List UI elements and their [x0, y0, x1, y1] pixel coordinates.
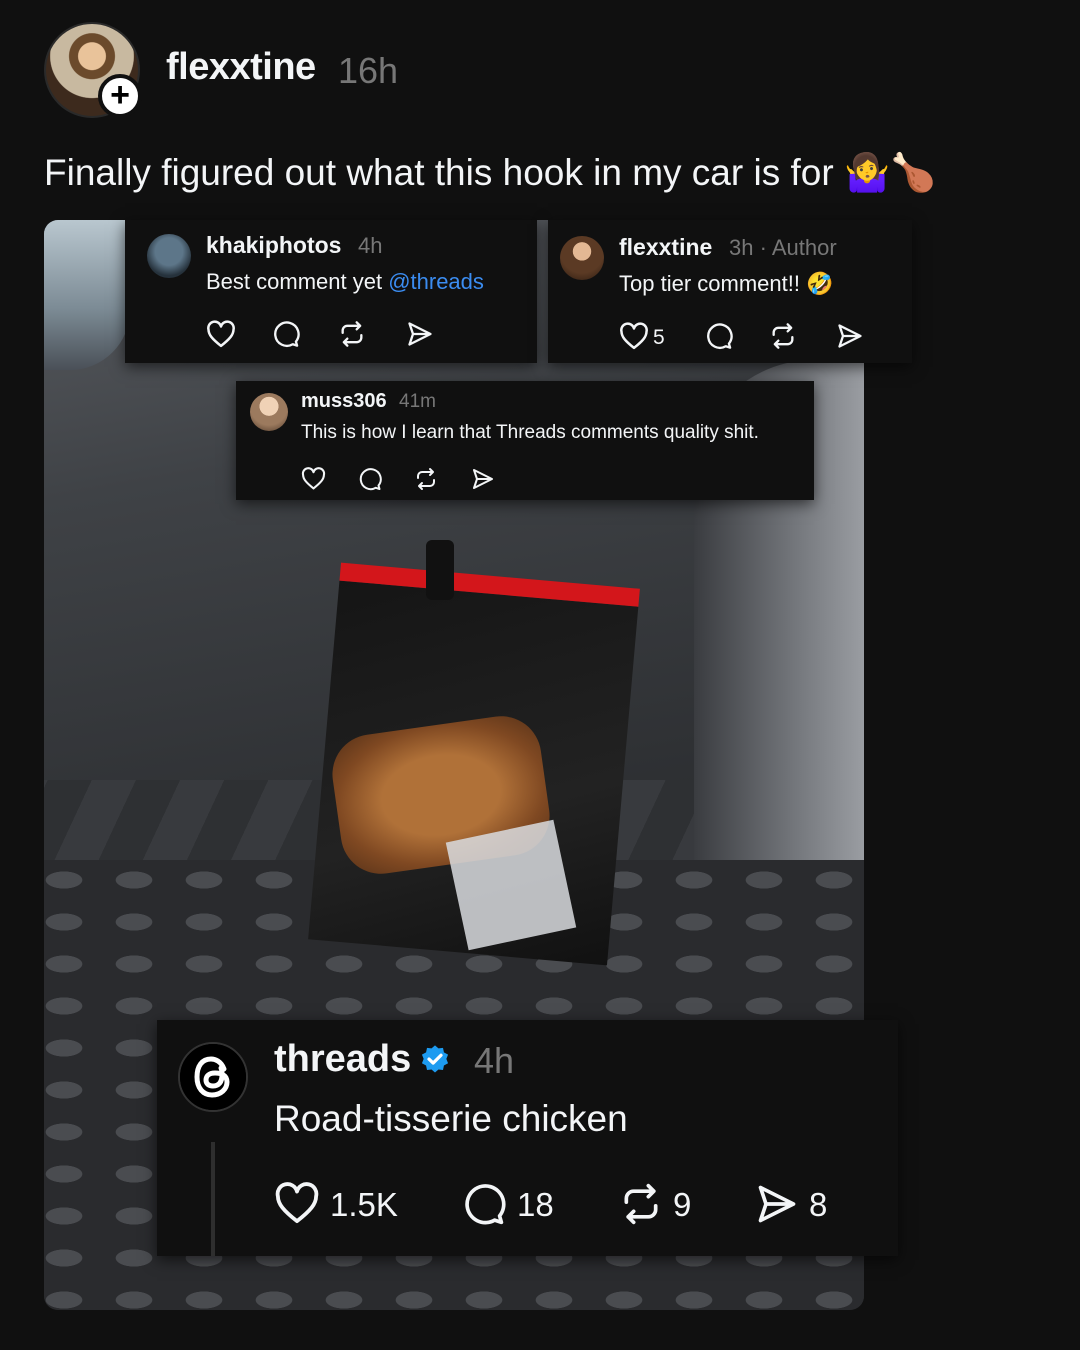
comment-card: khakiphotos 4h Best comment yet @threads: [125, 220, 537, 363]
comment-time-author: 3h · Author: [729, 235, 837, 260]
heart-icon[interactable]: [274, 1182, 320, 1224]
post-caption: Finally figured out what this hook in my…: [44, 152, 937, 193]
trunk-hook: [426, 540, 454, 600]
repost-icon[interactable]: [619, 1182, 663, 1226]
heart-icon[interactable]: [301, 467, 326, 490]
like-count: 1.5K: [330, 1186, 398, 1223]
like-count: 5: [653, 326, 665, 349]
share-icon[interactable]: [471, 467, 495, 491]
comment-card: muss306 41m This is how I learn that Thr…: [236, 381, 814, 500]
post-author-name[interactable]: flexxtine: [166, 46, 316, 89]
share-icon[interactable]: [755, 1182, 799, 1226]
comment-icon[interactable]: [462, 1182, 506, 1226]
verified-badge-icon: [421, 1045, 449, 1073]
commenter-avatar[interactable]: [147, 234, 191, 278]
comment-text: Top tier comment!! 🤣: [619, 271, 834, 296]
commenter-name[interactable]: khakiphotos: [206, 232, 341, 259]
commenter-avatar[interactable]: [560, 236, 604, 280]
share-icon[interactable]: [836, 322, 864, 350]
comment-text: Best comment yet @threads: [206, 269, 484, 294]
heart-icon[interactable]: [619, 322, 649, 350]
comment-icon[interactable]: [705, 322, 733, 350]
threads-logo-icon: [180, 1044, 246, 1110]
repost-icon[interactable]: [769, 322, 797, 350]
comment-card: flexxtine 3h · Author Top tier comment!!…: [548, 220, 912, 363]
share-icon[interactable]: [406, 320, 434, 348]
post-time: 16h: [338, 50, 399, 91]
bag-label: [445, 819, 577, 951]
commenter-name[interactable]: flexxtine: [619, 234, 712, 261]
share-count: 8: [809, 1186, 828, 1223]
commenter-avatar[interactable]: [250, 393, 288, 431]
threads-reply-time: 4h: [474, 1040, 515, 1081]
comment-time: 41m: [399, 391, 436, 412]
repost-icon[interactable]: [414, 467, 438, 491]
reply-count: 18: [517, 1186, 554, 1223]
commenter-name[interactable]: muss306: [301, 390, 387, 413]
threads-reply-card: threads 4h Road-tisserie chicken 1.5K 18…: [157, 1020, 898, 1256]
thread-connector-line: [211, 1142, 215, 1256]
mention-link[interactable]: @threads: [388, 269, 484, 294]
comment-time: 4h: [358, 233, 383, 258]
repost-icon[interactable]: [338, 320, 366, 348]
heart-icon[interactable]: [206, 320, 236, 348]
threads-reply-text: Road-tisserie chicken: [274, 1098, 628, 1139]
comment-text: This is how I learn that Threads comment…: [301, 422, 759, 443]
comment-icon[interactable]: [358, 467, 382, 491]
comment-icon[interactable]: [272, 320, 300, 348]
follow-plus-icon[interactable]: +: [98, 74, 142, 118]
repost-count: 9: [673, 1186, 692, 1223]
threads-account-name[interactable]: threads: [274, 1038, 411, 1081]
